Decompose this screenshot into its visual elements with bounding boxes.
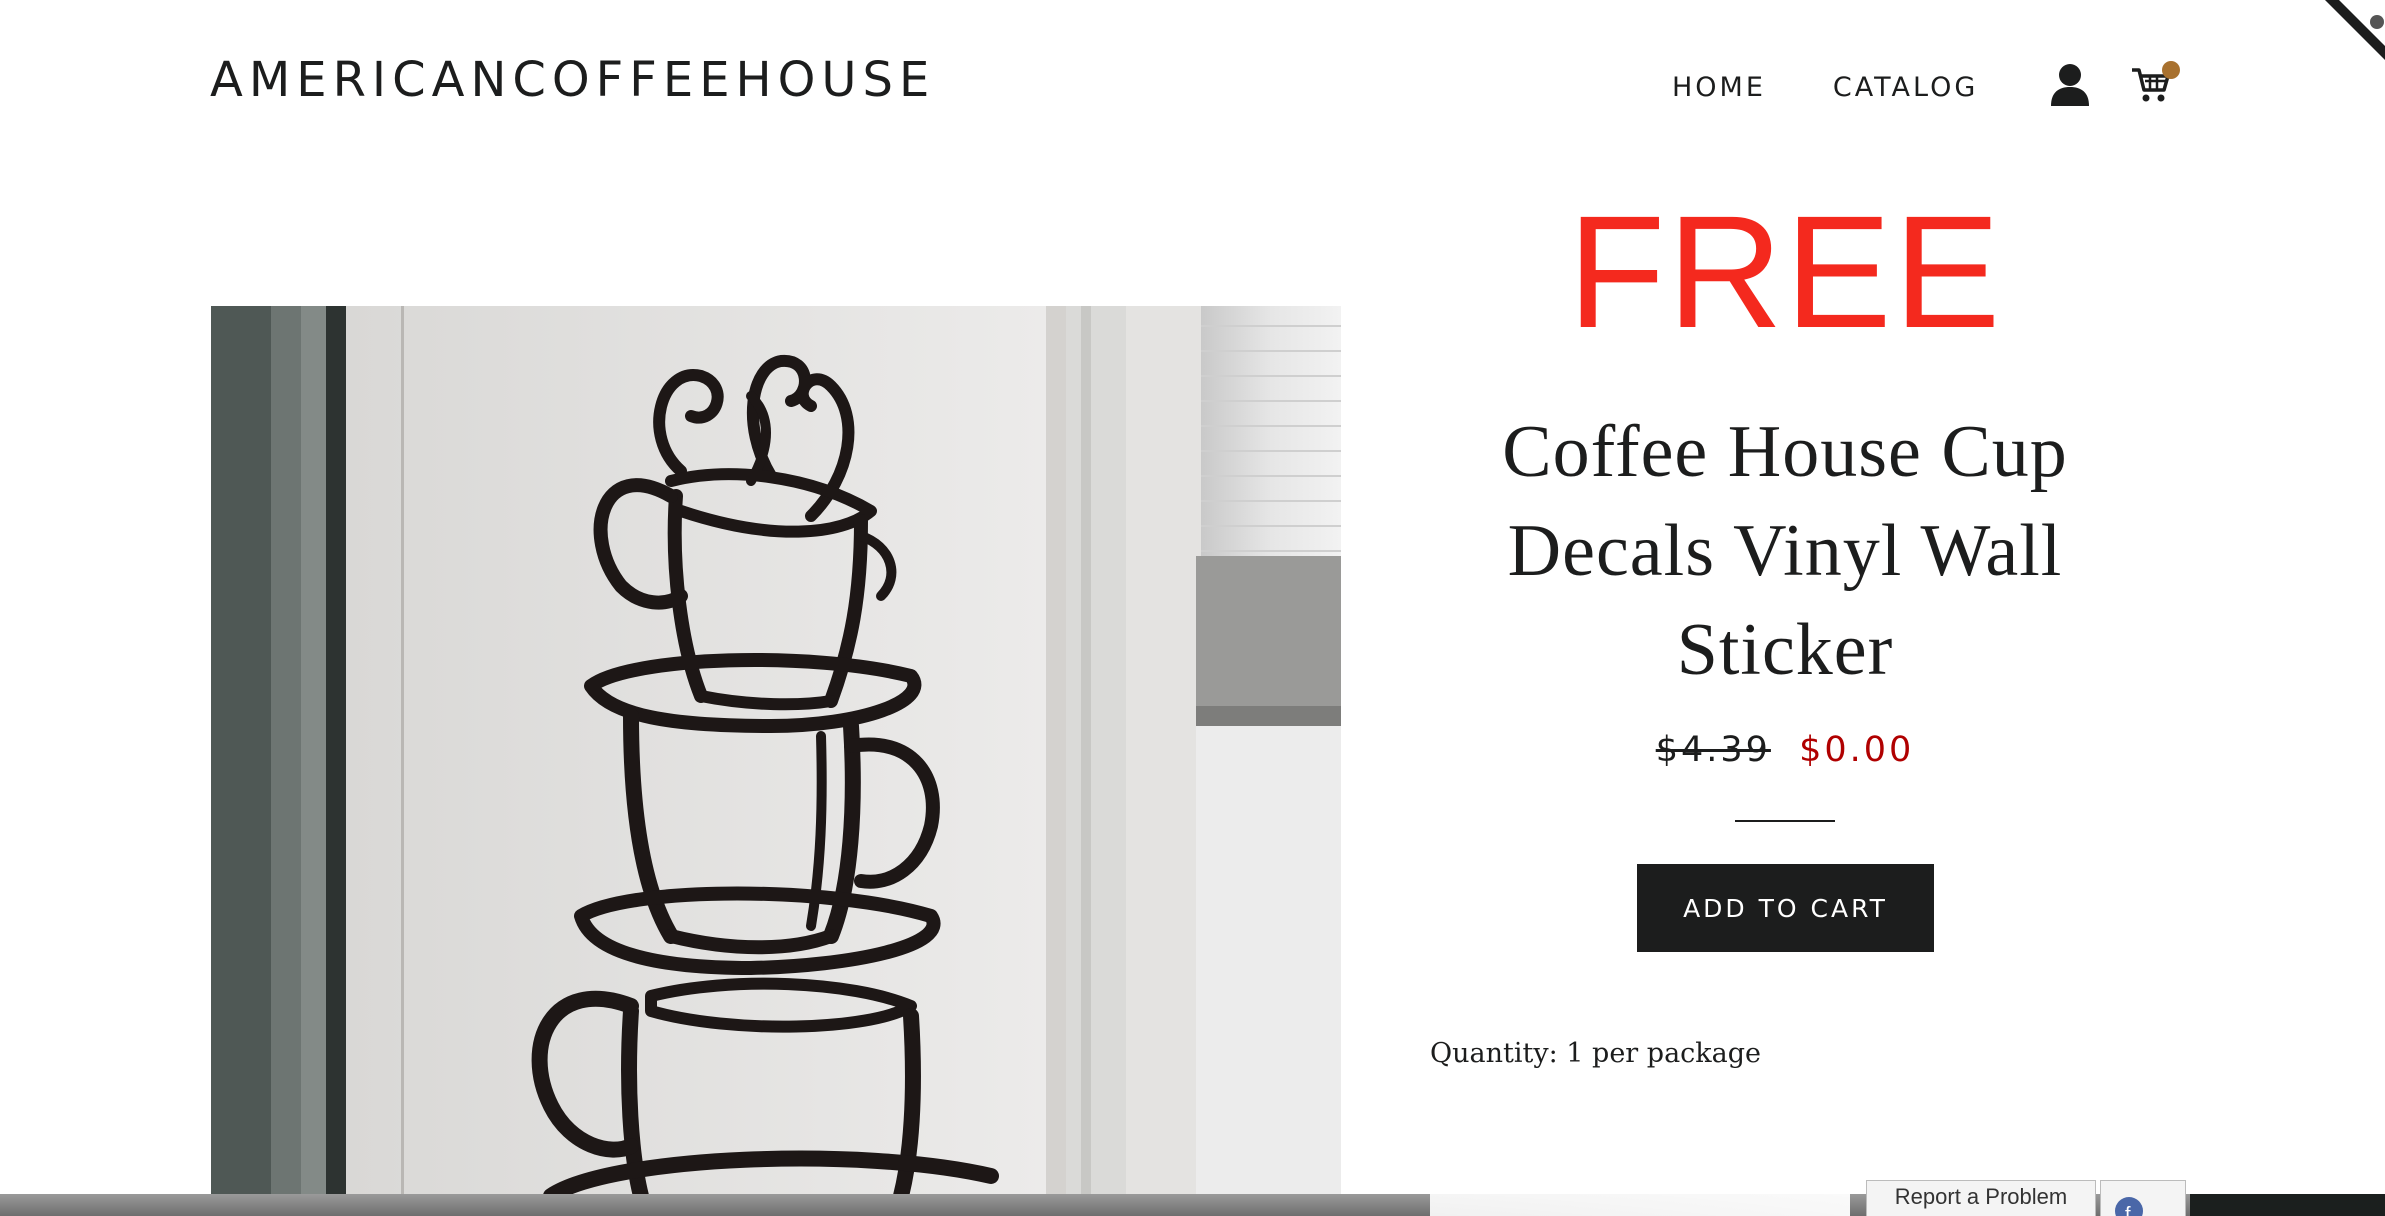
main-nav: HOME CATALOG	[1672, 72, 1978, 103]
add-to-cart-button[interactable]: ADD TO CART	[1637, 864, 1934, 952]
store-logo-text[interactable]: AMERICANCOFFEEHOUSE	[210, 52, 935, 108]
coffee-cups-decal-photo	[211, 306, 1341, 1196]
quantity-info: Quantity: 1 per package	[1430, 1038, 1762, 1069]
free-badge: FREE	[1567, 182, 2003, 361]
corner-ribbon-icon[interactable]	[2325, 0, 2385, 60]
user-icon[interactable]	[2050, 62, 2090, 106]
nav-home-link[interactable]: HOME	[1672, 72, 1766, 103]
nav-catalog-link[interactable]: CATALOG	[1833, 72, 1978, 103]
facebook-button[interactable]: f	[2100, 1180, 2186, 1216]
product-title: Coffee House Cup Decals Vinyl Wall Stick…	[1502, 411, 2068, 691]
svg-text:f: f	[2125, 1204, 2131, 1216]
product-image[interactable]	[211, 306, 1341, 1196]
facebook-icon: f	[2115, 1197, 2143, 1216]
bottom-dark-strip	[2190, 1194, 2385, 1216]
price-row: $4.39 $0.00	[1420, 730, 2150, 770]
store-page: AMERICANCOFFEEHOUSE HOME CATALOG FREE Co…	[0, 0, 2385, 1216]
compare-at-price: $4.39	[1655, 730, 1771, 770]
report-problem-button[interactable]: Report a Problem	[1866, 1180, 2096, 1216]
cart-count-badge	[2162, 61, 2180, 79]
sale-price: $0.00	[1799, 730, 1915, 770]
price-divider	[1735, 820, 1835, 822]
description-fade	[1430, 1188, 1850, 1216]
